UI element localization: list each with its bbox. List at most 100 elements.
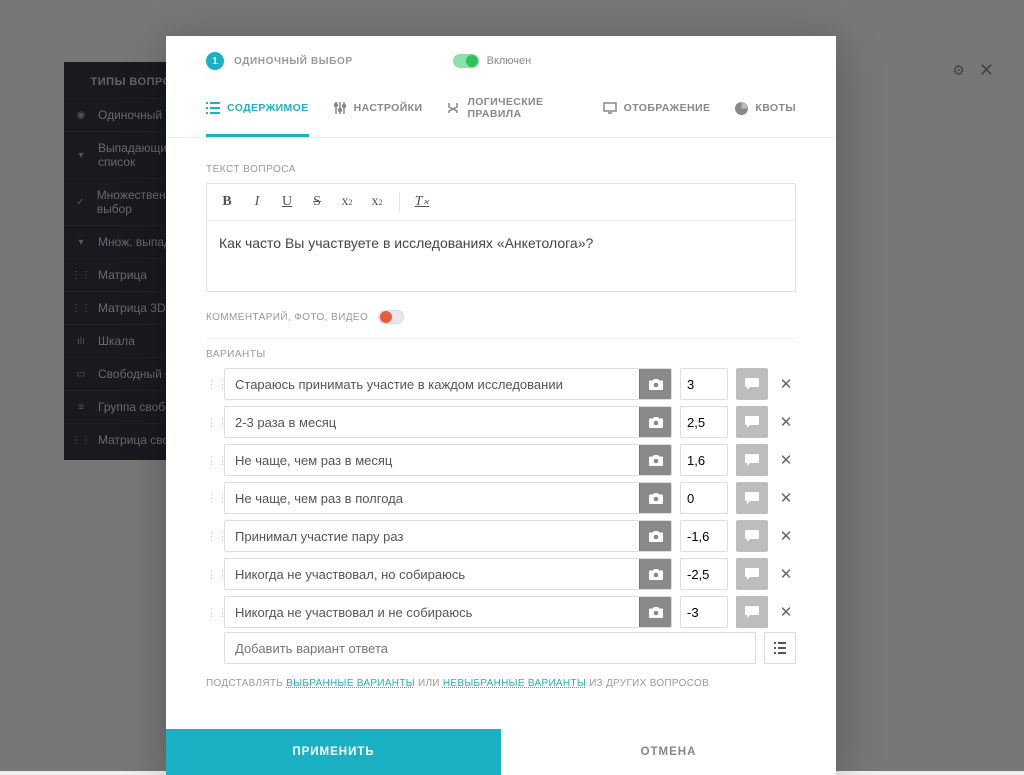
editor-toolbar: B I U S x2 x2 T✕ <box>207 184 795 221</box>
tab-content-label: СОДЕРЖИМОЕ <box>227 102 309 114</box>
variant-text-wrap <box>224 558 672 590</box>
variant-score-input[interactable] <box>680 368 728 400</box>
variant-row: ⋮⋮ ✕ <box>206 596 796 628</box>
comment-media-label: КОММЕНТАРИЙ, ФОТО, ВИДЕО <box>206 312 368 323</box>
comment-icon[interactable] <box>736 406 768 438</box>
delete-variant-button[interactable]: ✕ <box>776 603 796 621</box>
comment-icon[interactable] <box>736 444 768 476</box>
variant-text-input[interactable] <box>225 597 639 627</box>
pie-icon <box>734 101 748 115</box>
comment-icon[interactable] <box>736 558 768 590</box>
rich-text-editor: B I U S x2 x2 T✕ Как часто Вы участвуете… <box>206 183 796 292</box>
tab-settings[interactable]: НАСТРОЙКИ <box>333 90 423 137</box>
camera-icon[interactable] <box>639 368 671 400</box>
toggle-switch-icon <box>453 54 479 68</box>
strikethrough-button[interactable]: S <box>303 188 331 216</box>
variant-text-wrap <box>224 444 672 476</box>
variant-score-input[interactable] <box>680 558 728 590</box>
drag-handle-icon[interactable]: ⋮⋮ <box>206 568 216 581</box>
tab-display-label: ОТОБРАЖЕНИЕ <box>624 102 711 114</box>
bold-button[interactable]: B <box>213 188 241 216</box>
delete-variant-button[interactable]: ✕ <box>776 375 796 393</box>
underline-button[interactable]: U <box>273 188 301 216</box>
variant-score-input[interactable] <box>680 444 728 476</box>
subst-unselected-link[interactable]: НЕВЫБРАННЫЕ ВАРИАНТЫ <box>443 678 586 689</box>
italic-button[interactable]: I <box>243 188 271 216</box>
add-variant-row: ⋮⋮ <box>206 632 796 664</box>
enabled-toggle[interactable]: Включен <box>453 54 532 68</box>
variant-text-input[interactable] <box>225 369 639 399</box>
variant-score-input[interactable] <box>680 596 728 628</box>
variant-text-input[interactable] <box>225 445 639 475</box>
variant-text-input[interactable] <box>225 559 639 589</box>
subst-suffix: ИЗ ДРУГИХ ВОПРОСОВ <box>586 678 709 689</box>
tab-quotas-label: КВОТЫ <box>755 102 796 114</box>
camera-icon[interactable] <box>639 520 671 552</box>
variant-text-input[interactable] <box>225 483 639 513</box>
modal-top-row: 1 ОДИНОЧНЫЙ ВЫБОР Включен <box>166 36 836 78</box>
variant-score-input[interactable] <box>680 406 728 438</box>
variant-score-input[interactable] <box>680 482 728 514</box>
substitute-hint: ПОДСТАВЛЯТЬ ВЫБРАННЫЕ ВАРИАНТЫ ИЛИ НЕВЫБ… <box>206 678 796 689</box>
subst-selected-link[interactable]: ВЫБРАННЫЕ ВАРИАНТЫ <box>286 678 415 689</box>
variant-row: ⋮⋮ ✕ <box>206 444 796 476</box>
variant-text-wrap <box>224 406 672 438</box>
drag-handle-icon[interactable]: ⋮⋮ <box>206 492 216 505</box>
variant-text-input[interactable] <box>225 407 639 437</box>
cancel-button[interactable]: ОТМЕНА <box>501 729 836 775</box>
modal-body: ТЕКСТ ВОПРОСА B I U S x2 x2 T✕ Как часто… <box>166 138 836 705</box>
variant-row: ⋮⋮ ✕ <box>206 368 796 400</box>
comment-media-toggle[interactable] <box>378 310 404 324</box>
comment-icon[interactable] <box>736 596 768 628</box>
drag-handle-icon[interactable]: ⋮⋮ <box>206 530 216 543</box>
question-edit-modal: 1 ОДИНОЧНЫЙ ВЫБОР Включен СОДЕРЖИМОЕ НАС… <box>166 36 836 775</box>
superscript-button[interactable]: x2 <box>333 188 361 216</box>
variant-text-wrap <box>224 482 672 514</box>
toolbar-divider <box>399 192 400 212</box>
camera-icon[interactable] <box>639 596 671 628</box>
tab-logic-label: ЛОГИЧЕСКИЕ ПРАВИЛА <box>467 96 578 120</box>
question-text-input[interactable]: Как часто Вы участвуете в исследованиях … <box>207 221 795 291</box>
delete-variant-button[interactable]: ✕ <box>776 489 796 507</box>
camera-icon[interactable] <box>639 482 671 514</box>
variant-list: ⋮⋮ ✕ ⋮⋮ ✕ ⋮⋮ ✕ ⋮⋮ ✕ ⋮⋮ ✕ ⋮⋮ ✕ ⋮⋮ ✕ <box>206 368 796 628</box>
bulk-add-button[interactable] <box>764 632 796 664</box>
subst-or: ИЛИ <box>415 678 443 689</box>
step-type-label: ОДИНОЧНЫЙ ВЫБОР <box>234 56 353 67</box>
drag-handle-icon[interactable]: ⋮⋮ <box>206 378 216 391</box>
delete-variant-button[interactable]: ✕ <box>776 451 796 469</box>
comment-media-toggle-row: КОММЕНТАРИЙ, ФОТО, ВИДЕО <box>206 310 796 339</box>
variant-score-input[interactable] <box>680 520 728 552</box>
delete-variant-button[interactable]: ✕ <box>776 565 796 583</box>
tab-content[interactable]: СОДЕРЖИМОЕ <box>206 90 309 137</box>
variant-row: ⋮⋮ ✕ <box>206 558 796 590</box>
variants-label: ВАРИАНТЫ <box>206 349 796 360</box>
subscript-button[interactable]: x2 <box>363 188 391 216</box>
drag-handle-icon[interactable]: ⋮⋮ <box>206 416 216 429</box>
camera-icon[interactable] <box>639 406 671 438</box>
comment-icon[interactable] <box>736 368 768 400</box>
apply-button[interactable]: ПРИМЕНИТЬ <box>166 729 501 775</box>
variant-row: ⋮⋮ ✕ <box>206 482 796 514</box>
variant-row: ⋮⋮ ✕ <box>206 520 796 552</box>
comment-icon[interactable] <box>736 520 768 552</box>
delete-variant-button[interactable]: ✕ <box>776 527 796 545</box>
camera-icon[interactable] <box>639 444 671 476</box>
branch-icon <box>446 101 460 115</box>
drag-handle-icon[interactable]: ⋮⋮ <box>206 454 216 467</box>
tabs-row: СОДЕРЖИМОЕ НАСТРОЙКИ ЛОГИЧЕСКИЕ ПРАВИЛА … <box>166 78 836 138</box>
camera-icon[interactable] <box>639 558 671 590</box>
tab-settings-label: НАСТРОЙКИ <box>354 102 423 114</box>
enabled-label: Включен <box>487 55 532 67</box>
tab-quotas[interactable]: КВОТЫ <box>734 90 796 137</box>
comment-icon[interactable] <box>736 482 768 514</box>
add-variant-input[interactable] <box>224 632 756 664</box>
delete-variant-button[interactable]: ✕ <box>776 413 796 431</box>
clear-format-button[interactable]: T✕ <box>408 188 436 216</box>
drag-handle-icon[interactable]: ⋮⋮ <box>206 606 216 619</box>
tab-logic[interactable]: ЛОГИЧЕСКИЕ ПРАВИЛА <box>446 90 578 137</box>
step-number-badge: 1 <box>206 52 224 70</box>
tab-display[interactable]: ОТОБРАЖЕНИЕ <box>603 90 711 137</box>
variant-text-wrap <box>224 520 672 552</box>
variant-text-input[interactable] <box>225 521 639 551</box>
